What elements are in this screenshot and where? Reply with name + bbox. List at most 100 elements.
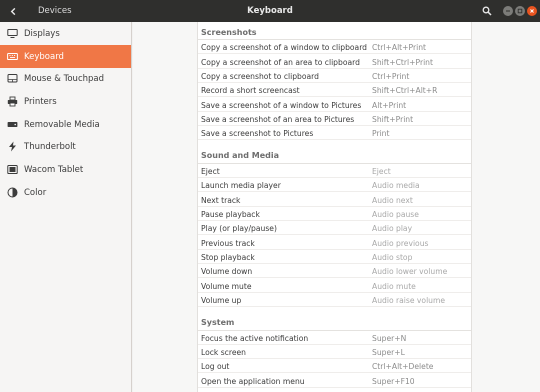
removable-media-icon	[7, 119, 18, 130]
shortcut-accelerator: Ctrl+Alt+Delete	[372, 362, 434, 371]
shortcut-action: Next track	[201, 196, 241, 205]
shortcut-accelerator: Audio mute	[372, 282, 416, 291]
shortcut-accelerator: Super+N	[372, 334, 407, 343]
tablet-icon	[7, 164, 18, 175]
shortcut-action: Copy a screenshot of an area to clipboar…	[201, 58, 360, 67]
shortcut-row[interactable]: Copy a screenshot to clipboard Ctrl+Print	[198, 69, 471, 83]
shortcut-row[interactable]: Open the application menu Super+F10	[198, 374, 471, 388]
shortcut-accelerator: Shift+Print	[372, 115, 414, 124]
printer-icon	[7, 96, 18, 107]
shortcut-action: Save a screenshot of an area to Pictures	[201, 115, 355, 124]
shortcut-row[interactable]: Next track Audio next	[198, 193, 471, 207]
shortcut-action: Open the application menu	[201, 377, 305, 386]
display-icon	[7, 28, 18, 39]
section-title-screenshots: Screenshots	[201, 28, 257, 37]
sidebar-item-label: Displays	[24, 28, 60, 39]
shortcuts-list: Screenshots Copy a screenshot of a windo…	[197, 22, 472, 392]
sidebar-title: Devices	[38, 6, 72, 16]
shortcut-row[interactable]: Play (or play/pause) Audio play	[198, 221, 471, 235]
shortcut-row[interactable]: Copy a screenshot of a window to clipboa…	[198, 40, 471, 54]
shortcut-action: Volume mute	[201, 282, 252, 291]
header-bar: Devices Keyboard	[0, 0, 540, 22]
close-icon	[530, 9, 534, 13]
shortcut-accelerator: Shift+Ctrl+Alt+R	[372, 86, 438, 95]
shortcut-row[interactable]: Log out Ctrl+Alt+Delete	[198, 359, 471, 373]
shortcut-row[interactable]: Lock screen Super+L	[198, 345, 471, 359]
shortcut-row[interactable]: Previous track Audio previous	[198, 236, 471, 250]
shortcut-action: Eject	[201, 167, 220, 176]
shortcut-accelerator: Ctrl+Alt+Print	[372, 43, 426, 52]
sidebar-item-label: Color	[24, 187, 47, 198]
shortcut-action: Copy a screenshot of a window to clipboa…	[201, 43, 367, 52]
search-button[interactable]	[478, 3, 495, 19]
maximize-icon	[517, 8, 523, 14]
shortcut-row[interactable]: Launch media player Audio media	[198, 178, 471, 192]
sidebar-item-printers[interactable]: Printers	[0, 90, 131, 113]
sidebar-item-wacom-tablet[interactable]: Wacom Tablet	[0, 158, 131, 181]
shortcut-row[interactable]: Stop playback Audio stop	[198, 250, 471, 264]
shortcut-accelerator: Audio next	[372, 196, 413, 205]
shortcut-row[interactable]: Volume up Audio raise volume	[198, 293, 471, 307]
shortcut-action: Play (or play/pause)	[201, 224, 277, 233]
shortcut-action: Record a short screencast	[201, 86, 300, 95]
shortcut-accelerator: Alt+Print	[372, 101, 407, 110]
close-button[interactable]	[527, 6, 537, 16]
sidebar-item-removable-media[interactable]: Removable Media	[0, 113, 131, 136]
shortcut-accelerator: Eject	[372, 167, 391, 176]
shortcut-row[interactable]: Pause playback Audio pause	[198, 207, 471, 221]
shortcut-action: Pause playback	[201, 210, 260, 219]
shortcut-row[interactable]: Focus the active notification Super+N	[198, 331, 471, 345]
back-icon	[10, 7, 16, 15]
sidebar-item-label: Removable Media	[24, 119, 100, 130]
shortcut-row[interactable]: Copy a screenshot of an area to clipboar…	[198, 55, 471, 69]
minimize-icon	[506, 10, 510, 12]
sidebar-item-label: Printers	[24, 96, 57, 107]
shortcut-accelerator: Audio raise volume	[372, 296, 446, 305]
shortcut-accelerator: Audio lower volume	[372, 267, 448, 276]
shortcut-accelerator: Audio play	[372, 224, 413, 233]
shortcut-action: Lock screen	[201, 348, 246, 357]
search-icon	[482, 6, 492, 16]
shortcut-accelerator: Print	[372, 129, 390, 138]
minimize-button[interactable]	[503, 6, 513, 16]
keyboard-icon	[7, 51, 18, 62]
shortcut-row[interactable]: Save a screenshot to Pictures Print	[198, 126, 471, 140]
window-controls	[503, 6, 537, 16]
shortcuts-view: Screenshots Copy a screenshot of a windo…	[133, 22, 540, 392]
shortcut-action: Copy a screenshot to clipboard	[201, 72, 319, 81]
shortcut-action: Launch media player	[201, 181, 281, 190]
window-title: Keyboard	[247, 6, 293, 16]
maximize-button[interactable]	[515, 6, 525, 16]
shortcut-row[interactable]: Eject Eject	[198, 164, 471, 178]
shortcut-action: Stop playback	[201, 253, 255, 262]
shortcut-row[interactable]: Volume mute Audio mute	[198, 279, 471, 293]
shortcut-action: Focus the active notification	[201, 334, 309, 343]
back-button[interactable]	[5, 3, 22, 19]
sidebar-item-displays[interactable]: Displays	[0, 22, 131, 45]
shortcut-accelerator: Shift+Ctrl+Print	[372, 58, 433, 67]
shortcut-action: Volume down	[201, 267, 253, 276]
shortcut-action: Save a screenshot to Pictures	[201, 129, 314, 138]
sidebar-item-label: Keyboard	[24, 51, 64, 62]
color-icon	[7, 187, 18, 198]
sidebar-item-mouse-touchpad[interactable]: Mouse & Touchpad	[0, 67, 131, 90]
shortcut-accelerator: Super+L	[372, 348, 405, 357]
shortcut-accelerator: Audio pause	[372, 210, 419, 219]
shortcut-action: Save a screenshot of a window to Picture…	[201, 101, 362, 110]
shortcut-accelerator: Audio stop	[372, 253, 413, 262]
sidebar-item-color[interactable]: Color	[0, 181, 131, 204]
shortcut-accelerator: Audio previous	[372, 239, 429, 248]
sidebar-item-keyboard[interactable]: Keyboard	[0, 45, 131, 68]
shortcut-row[interactable]: Save a screenshot of an area to Pictures…	[198, 112, 471, 126]
shortcut-action: Volume up	[201, 296, 242, 305]
sidebar-item-label: Thunderbolt	[24, 141, 76, 152]
thunderbolt-icon	[7, 141, 18, 152]
section-title-sound-media: Sound and Media	[201, 151, 280, 160]
shortcut-row[interactable]: Record a short screencast Shift+Ctrl+Alt+…	[198, 83, 471, 97]
section-title-system: System	[201, 318, 235, 327]
shortcut-row[interactable]: Volume down Audio lower volume	[198, 264, 471, 278]
mouse-icon	[7, 73, 18, 84]
sidebar: Displays Keyboard Mouse & Touchpad Print…	[0, 22, 132, 392]
sidebar-item-thunderbolt[interactable]: Thunderbolt	[0, 135, 131, 158]
shortcut-row[interactable]: Save a screenshot of a window to Picture…	[198, 98, 471, 112]
